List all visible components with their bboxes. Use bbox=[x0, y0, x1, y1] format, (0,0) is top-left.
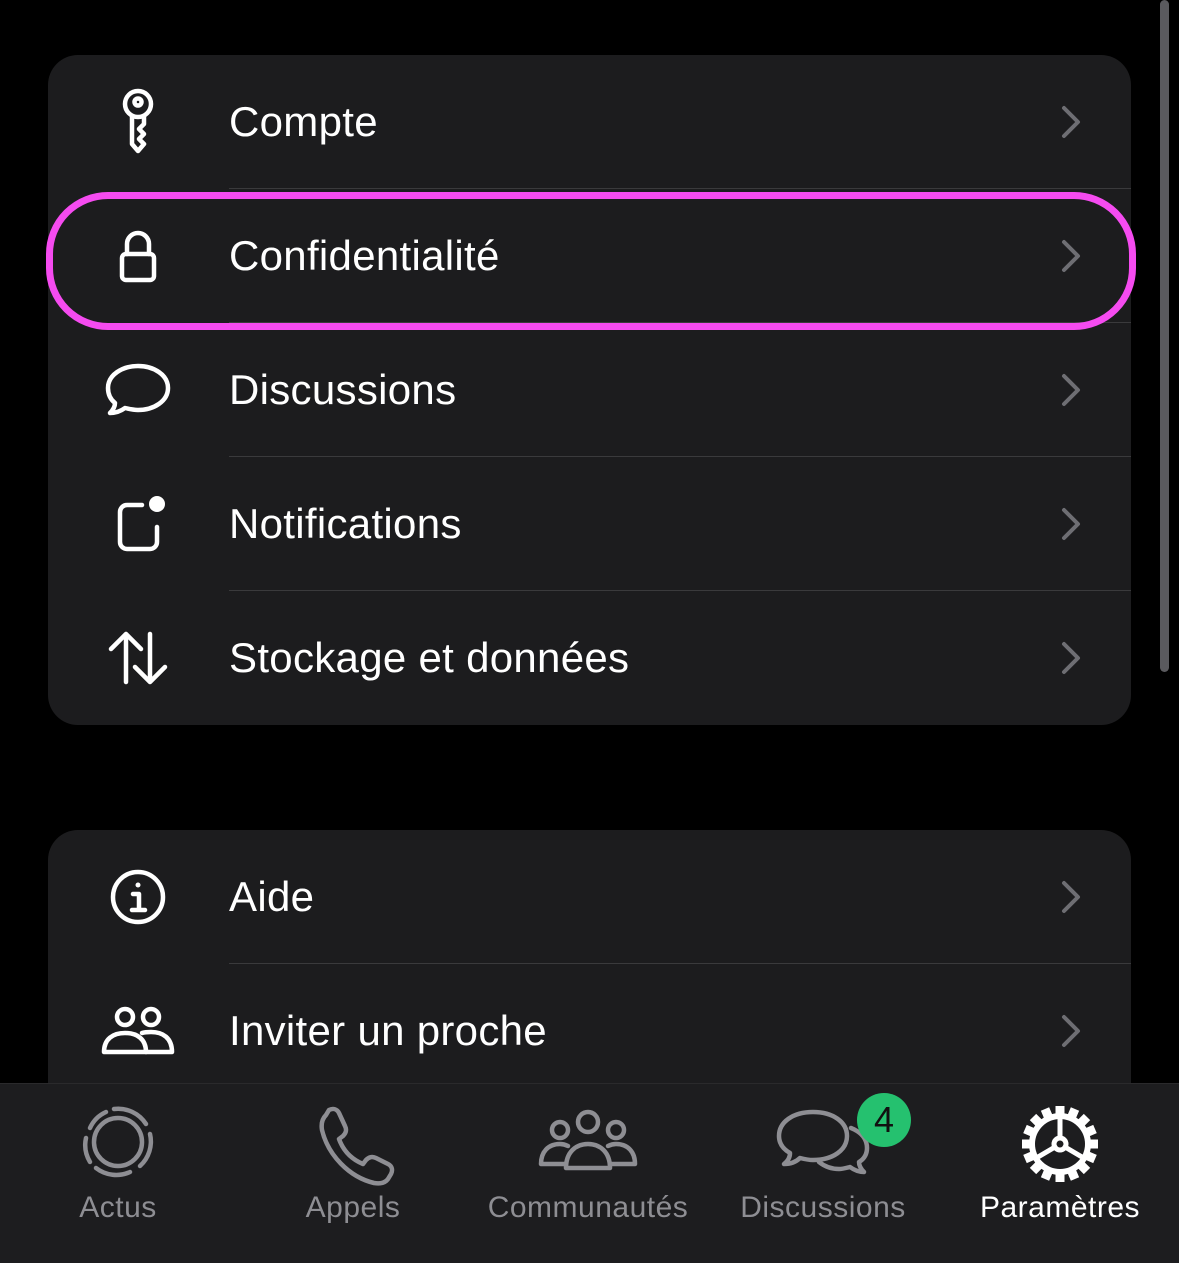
settings-row-notifications[interactable]: Notifications bbox=[48, 457, 1131, 591]
settings-row-aide[interactable]: Aide bbox=[48, 830, 1131, 964]
chevron-right-icon bbox=[1053, 639, 1089, 677]
settings-row-label: Inviter un proche bbox=[229, 1007, 547, 1054]
key-icon bbox=[98, 82, 178, 162]
chat-bubble-icon bbox=[98, 350, 178, 430]
tab-label: Discussions bbox=[740, 1191, 906, 1224]
scrollbar[interactable] bbox=[1160, 0, 1169, 672]
settings-row-label: Stockage et données bbox=[229, 634, 630, 681]
tab-parametres[interactable]: Paramètres bbox=[960, 1084, 1160, 1263]
gear-icon bbox=[1010, 1102, 1110, 1186]
notification-badge-icon bbox=[98, 484, 178, 564]
settings-row-discussions[interactable]: Discussions bbox=[48, 323, 1131, 457]
settings-row-label: Confidentialité bbox=[229, 232, 500, 279]
tab-label: Paramètres bbox=[979, 1191, 1141, 1224]
unread-badge: 4 bbox=[857, 1093, 911, 1147]
settings-group-main: Compte Confidentialité Discussions Notif… bbox=[48, 55, 1131, 725]
chevron-right-icon bbox=[1053, 237, 1089, 275]
community-icon bbox=[538, 1102, 638, 1186]
settings-row-inviter[interactable]: Inviter un proche bbox=[48, 964, 1131, 1098]
status-ring-icon bbox=[68, 1102, 168, 1186]
tab-label: Actus bbox=[79, 1191, 157, 1224]
phone-icon bbox=[303, 1102, 403, 1186]
chevron-right-icon bbox=[1053, 371, 1089, 409]
settings-row-label: Notifications bbox=[229, 500, 462, 547]
up-down-arrows-icon bbox=[98, 618, 178, 698]
chevron-right-icon bbox=[1053, 1012, 1089, 1050]
chevron-right-icon bbox=[1053, 505, 1089, 543]
settings-row-label: Discussions bbox=[229, 366, 457, 413]
lock-icon bbox=[98, 216, 178, 296]
settings-row-compte[interactable]: Compte bbox=[48, 55, 1131, 189]
tab-bar: Actus Appels Communautés Discussions Par… bbox=[0, 1083, 1179, 1263]
settings-row-label: Aide bbox=[229, 873, 315, 920]
tab-appels[interactable]: Appels bbox=[253, 1084, 453, 1263]
tab-communautes[interactable]: Communautés bbox=[478, 1084, 698, 1263]
settings-row-label: Compte bbox=[229, 98, 378, 145]
settings-row-confidentialite[interactable]: Confidentialité bbox=[48, 189, 1131, 323]
settings-row-stockage[interactable]: Stockage et données bbox=[48, 591, 1131, 725]
chevron-right-icon bbox=[1053, 103, 1089, 141]
people-icon bbox=[98, 991, 178, 1071]
chevron-right-icon bbox=[1053, 878, 1089, 916]
tab-label: Communautés bbox=[487, 1191, 689, 1224]
tab-label: Appels bbox=[305, 1191, 401, 1224]
tab-actus[interactable]: Actus bbox=[18, 1084, 218, 1263]
info-circle-icon bbox=[98, 857, 178, 937]
